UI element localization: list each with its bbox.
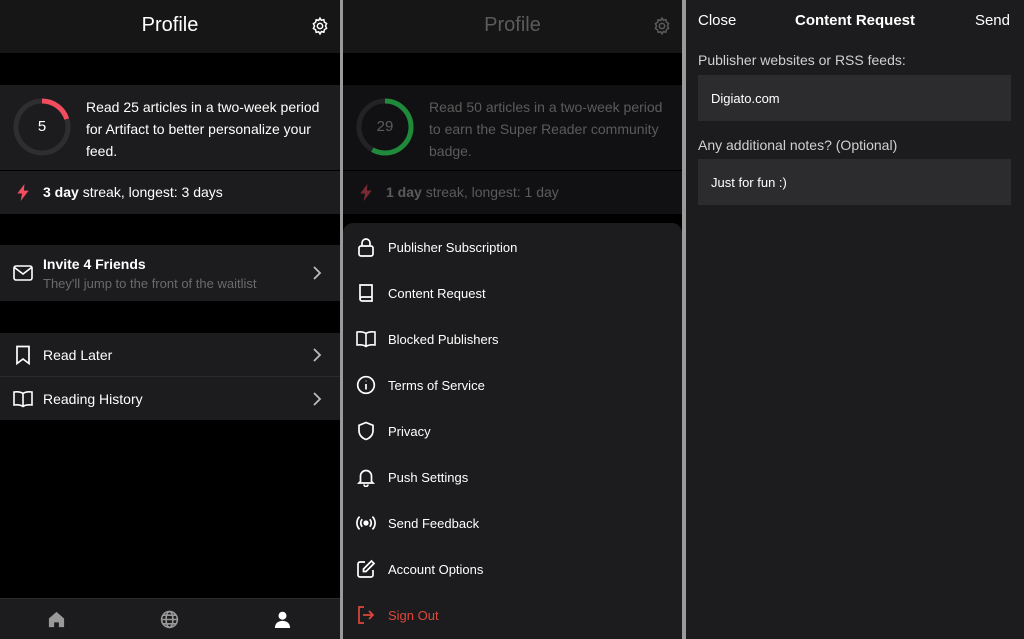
streak-row: 3 day streak, longest: 3 days [0, 171, 340, 214]
sign-out-icon [358, 606, 375, 624]
notes-input[interactable] [698, 159, 1011, 205]
shield-icon [358, 421, 374, 441]
profile-header: Profile [0, 0, 340, 53]
menu-item-label: Account Options [388, 562, 484, 577]
menu-item-label: Send Feedback [388, 516, 480, 531]
chevron-right-icon [313, 348, 322, 362]
menu-item-content-request[interactable]: Content Request [343, 270, 682, 316]
menu-item-push-settings[interactable]: Push Settings [343, 454, 682, 500]
read-later-row[interactable]: Read Later [0, 333, 340, 376]
streak-text: 3 day streak, longest: 3 days [43, 184, 223, 200]
tab-bar [0, 598, 340, 639]
book-open-icon [356, 331, 376, 348]
publisher-field-label: Publisher websites or RSS feeds: [698, 52, 906, 68]
edit-icon [357, 559, 376, 578]
invite-friends-row[interactable]: Invite 4 Friends They'll jump to the fro… [0, 245, 340, 301]
globe-icon [160, 610, 179, 629]
progress-count: 29 [376, 118, 394, 135]
menu-item-blocked-publishers[interactable]: Blocked Publishers [343, 316, 682, 362]
profile-header: Profile [343, 0, 682, 53]
invite-subtitle: They'll jump to the front of the waitlis… [43, 276, 257, 291]
lightning-icon [17, 184, 29, 201]
streak-row: 1 day streak, longest: 1 day [343, 171, 682, 214]
send-button[interactable]: Send [975, 12, 1010, 29]
bell-icon [356, 469, 376, 487]
tab-explore[interactable] [113, 599, 226, 639]
chevron-right-icon [313, 266, 322, 280]
menu-item-label: Content Request [388, 286, 486, 301]
gear-icon[interactable] [652, 16, 672, 36]
tab-home[interactable] [0, 599, 113, 639]
settings-screen: Profile 29 Read 50 articles in a two-wee… [343, 0, 682, 639]
modal-title: Content Request [795, 12, 915, 29]
bookmark-icon [16, 345, 30, 365]
read-later-label: Read Later [43, 347, 113, 363]
menu-item-label: Publisher Subscription [388, 240, 518, 255]
settings-menu: Publisher Subscription Content Request B… [343, 223, 682, 639]
menu-item-label: Push Settings [388, 470, 469, 485]
page-title: Profile [141, 14, 199, 36]
goal-text: Read 25 articles in a two-week period fo… [86, 99, 320, 159]
invite-title: Invite 4 Friends [43, 256, 146, 272]
menu-item-sign-out[interactable]: Sign Out [343, 592, 682, 638]
menu-item-publisher-subscription[interactable]: Publisher Subscription [343, 224, 682, 270]
menu-item-label: Sign Out [388, 608, 439, 623]
book-open-icon [13, 391, 33, 408]
publisher-input[interactable] [698, 75, 1011, 121]
info-icon [356, 375, 376, 395]
reading-goal-card: 29 Read 50 articles in a two-week period… [343, 85, 682, 170]
page-title: Profile [484, 14, 541, 36]
reading-goal-card: 5 Read 25 articles in a two-week period … [0, 85, 340, 170]
menu-item-label: Privacy [388, 424, 431, 439]
reading-history-row[interactable]: Reading History [0, 377, 340, 420]
mail-icon [13, 265, 33, 281]
menu-item-account-options[interactable]: Account Options [343, 546, 682, 592]
menu-item-terms-of-service[interactable]: Terms of Service [343, 362, 682, 408]
tab-profile[interactable] [226, 599, 339, 639]
broadcast-icon [356, 515, 376, 531]
book-icon [359, 284, 373, 302]
menu-item-send-feedback[interactable]: Send Feedback [343, 500, 682, 546]
lock-icon [358, 238, 374, 257]
chevron-right-icon [313, 392, 322, 406]
content-request-screen: Close Content Request Send Publisher web… [686, 0, 1024, 639]
person-icon [274, 611, 291, 629]
reading-history-label: Reading History [43, 391, 143, 407]
home-icon [48, 611, 65, 628]
streak-text: 1 day streak, longest: 1 day [386, 184, 559, 200]
menu-item-privacy[interactable]: Privacy [343, 408, 682, 454]
menu-item-label: Blocked Publishers [388, 332, 499, 347]
progress-count: 5 [37, 118, 47, 135]
gear-icon[interactable] [310, 16, 330, 36]
profile-screen: Profile 5 Read 25 articles in a two-week… [0, 0, 340, 639]
lightning-icon [360, 184, 372, 201]
menu-item-label: Terms of Service [388, 378, 485, 393]
notes-field-label: Any additional notes? (Optional) [698, 137, 898, 153]
goal-text: Read 50 articles in a two-week period to… [429, 99, 663, 159]
